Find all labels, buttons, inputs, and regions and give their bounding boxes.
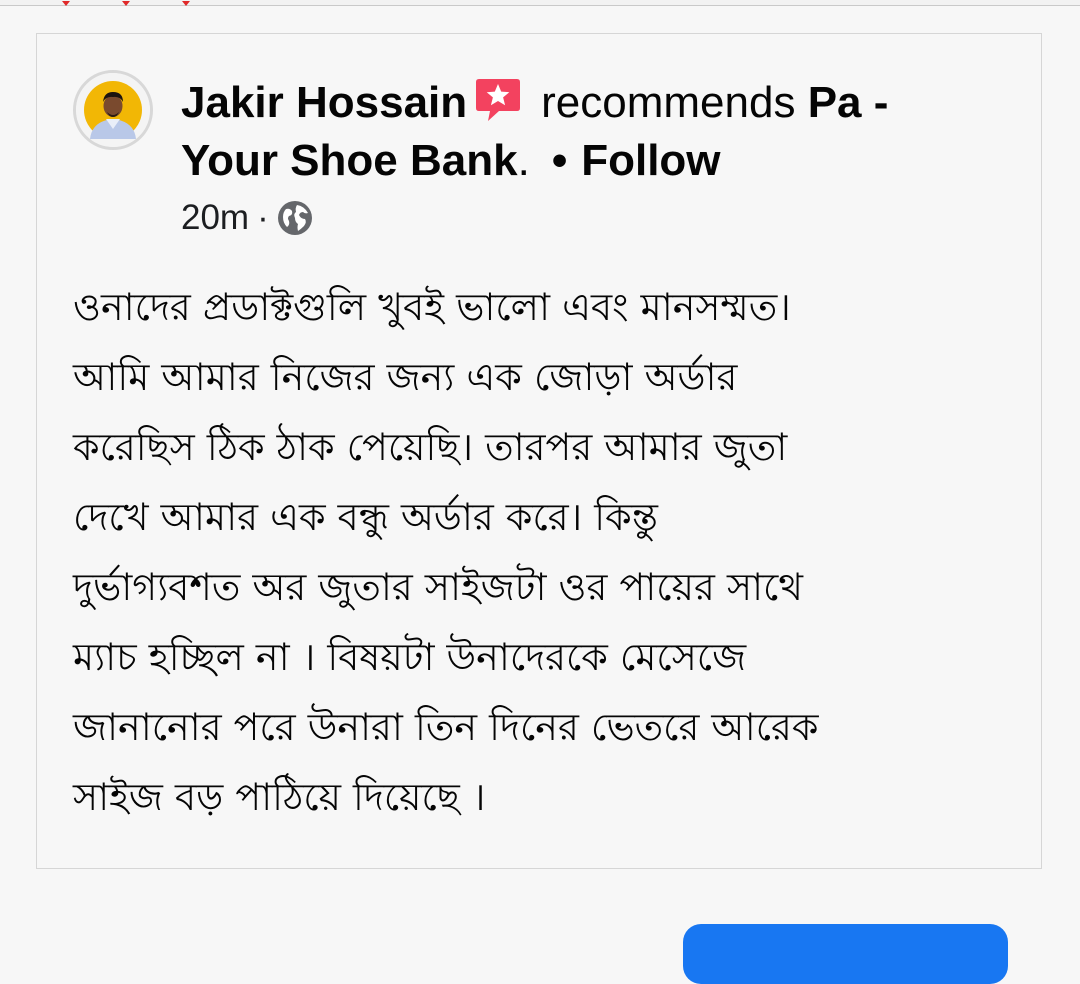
author-avatar[interactable]: [73, 70, 153, 150]
author-name-link[interactable]: Jakir Hossain: [181, 78, 467, 127]
post-meta: 20m ·: [181, 198, 313, 238]
separator-dot: •: [551, 136, 568, 185]
recommendation-post-card: Jakir Hossain recommends Pa - Your Shoe B…: [36, 33, 1042, 869]
top-edge-bar: [0, 0, 1080, 6]
post-header: Jakir Hossain recommends Pa - Your Shoe B…: [181, 74, 1011, 190]
post-body-line: দুর্ভাগ্যবশত অর জুতার সাইজটা ওর পায়ের স…: [73, 565, 803, 609]
post-body-line: সাইজ বড় পাঠিয়ে দিয়েছে ।: [73, 775, 486, 819]
post-body-line: দেখে আমার এক বন্ধু অর্ডার করে। কিন্তু: [73, 495, 658, 539]
follow-button[interactable]: Follow: [581, 136, 720, 185]
post-body-line: আমি আমার নিজের জন্য এক জোড়া অর্ডার: [73, 355, 738, 399]
profile-photo-icon: [76, 73, 150, 147]
page-name-suffix: .: [517, 136, 530, 185]
post-body-line: জানানোর পরে উনারা তিন দিনের ভেতরে আরেক: [73, 705, 819, 749]
post-body-text: ওনাদের প্রডাক্টগুলি খুবই ভালো এবং মানসম্…: [73, 272, 1033, 832]
post-body-line: ওনাদের প্রডাক্টগুলি খুবই ভালো এবং মানসম্…: [73, 285, 791, 329]
marker-icon: [62, 1, 70, 6]
page-name-part2: Your Shoe Bank: [181, 136, 518, 185]
page-name-part1: Pa -: [807, 78, 889, 127]
marker-icon: [182, 1, 190, 6]
post-body-line: ম্যাচ হচ্ছিল না । বিষয়টা উনাদেরকে মেসেজ…: [73, 635, 747, 679]
marker-icon: [122, 1, 130, 6]
star-speech-bubble-icon: [476, 79, 521, 121]
meta-separator: ·: [257, 198, 269, 237]
action-button[interactable]: [683, 924, 1008, 984]
post-body-line: করেছিস ঠিক ঠাক পেয়েছি। তারপর আমার জুতা: [73, 425, 788, 469]
recommends-text: recommends: [541, 78, 796, 127]
post-timestamp[interactable]: 20m: [181, 198, 249, 238]
globe-icon[interactable]: [277, 200, 313, 236]
